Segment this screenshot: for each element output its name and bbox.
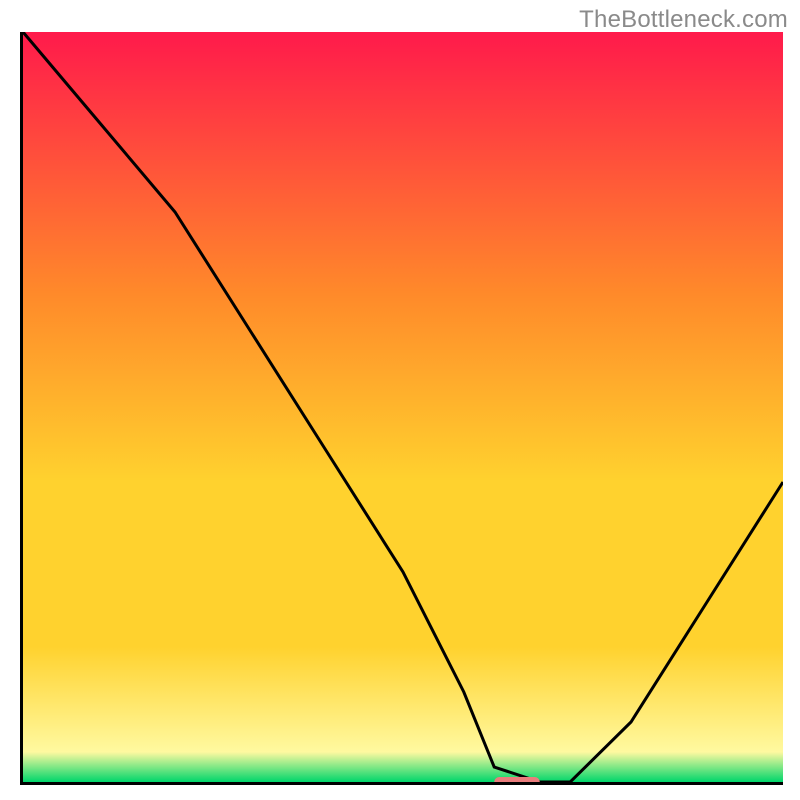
chart-frame: TheBottleneck.com: [0, 0, 800, 800]
watermark-text: TheBottleneck.com: [579, 6, 788, 34]
bottleneck-curve: [23, 32, 783, 782]
plot-area: [20, 32, 783, 785]
optimal-marker: [494, 777, 540, 782]
